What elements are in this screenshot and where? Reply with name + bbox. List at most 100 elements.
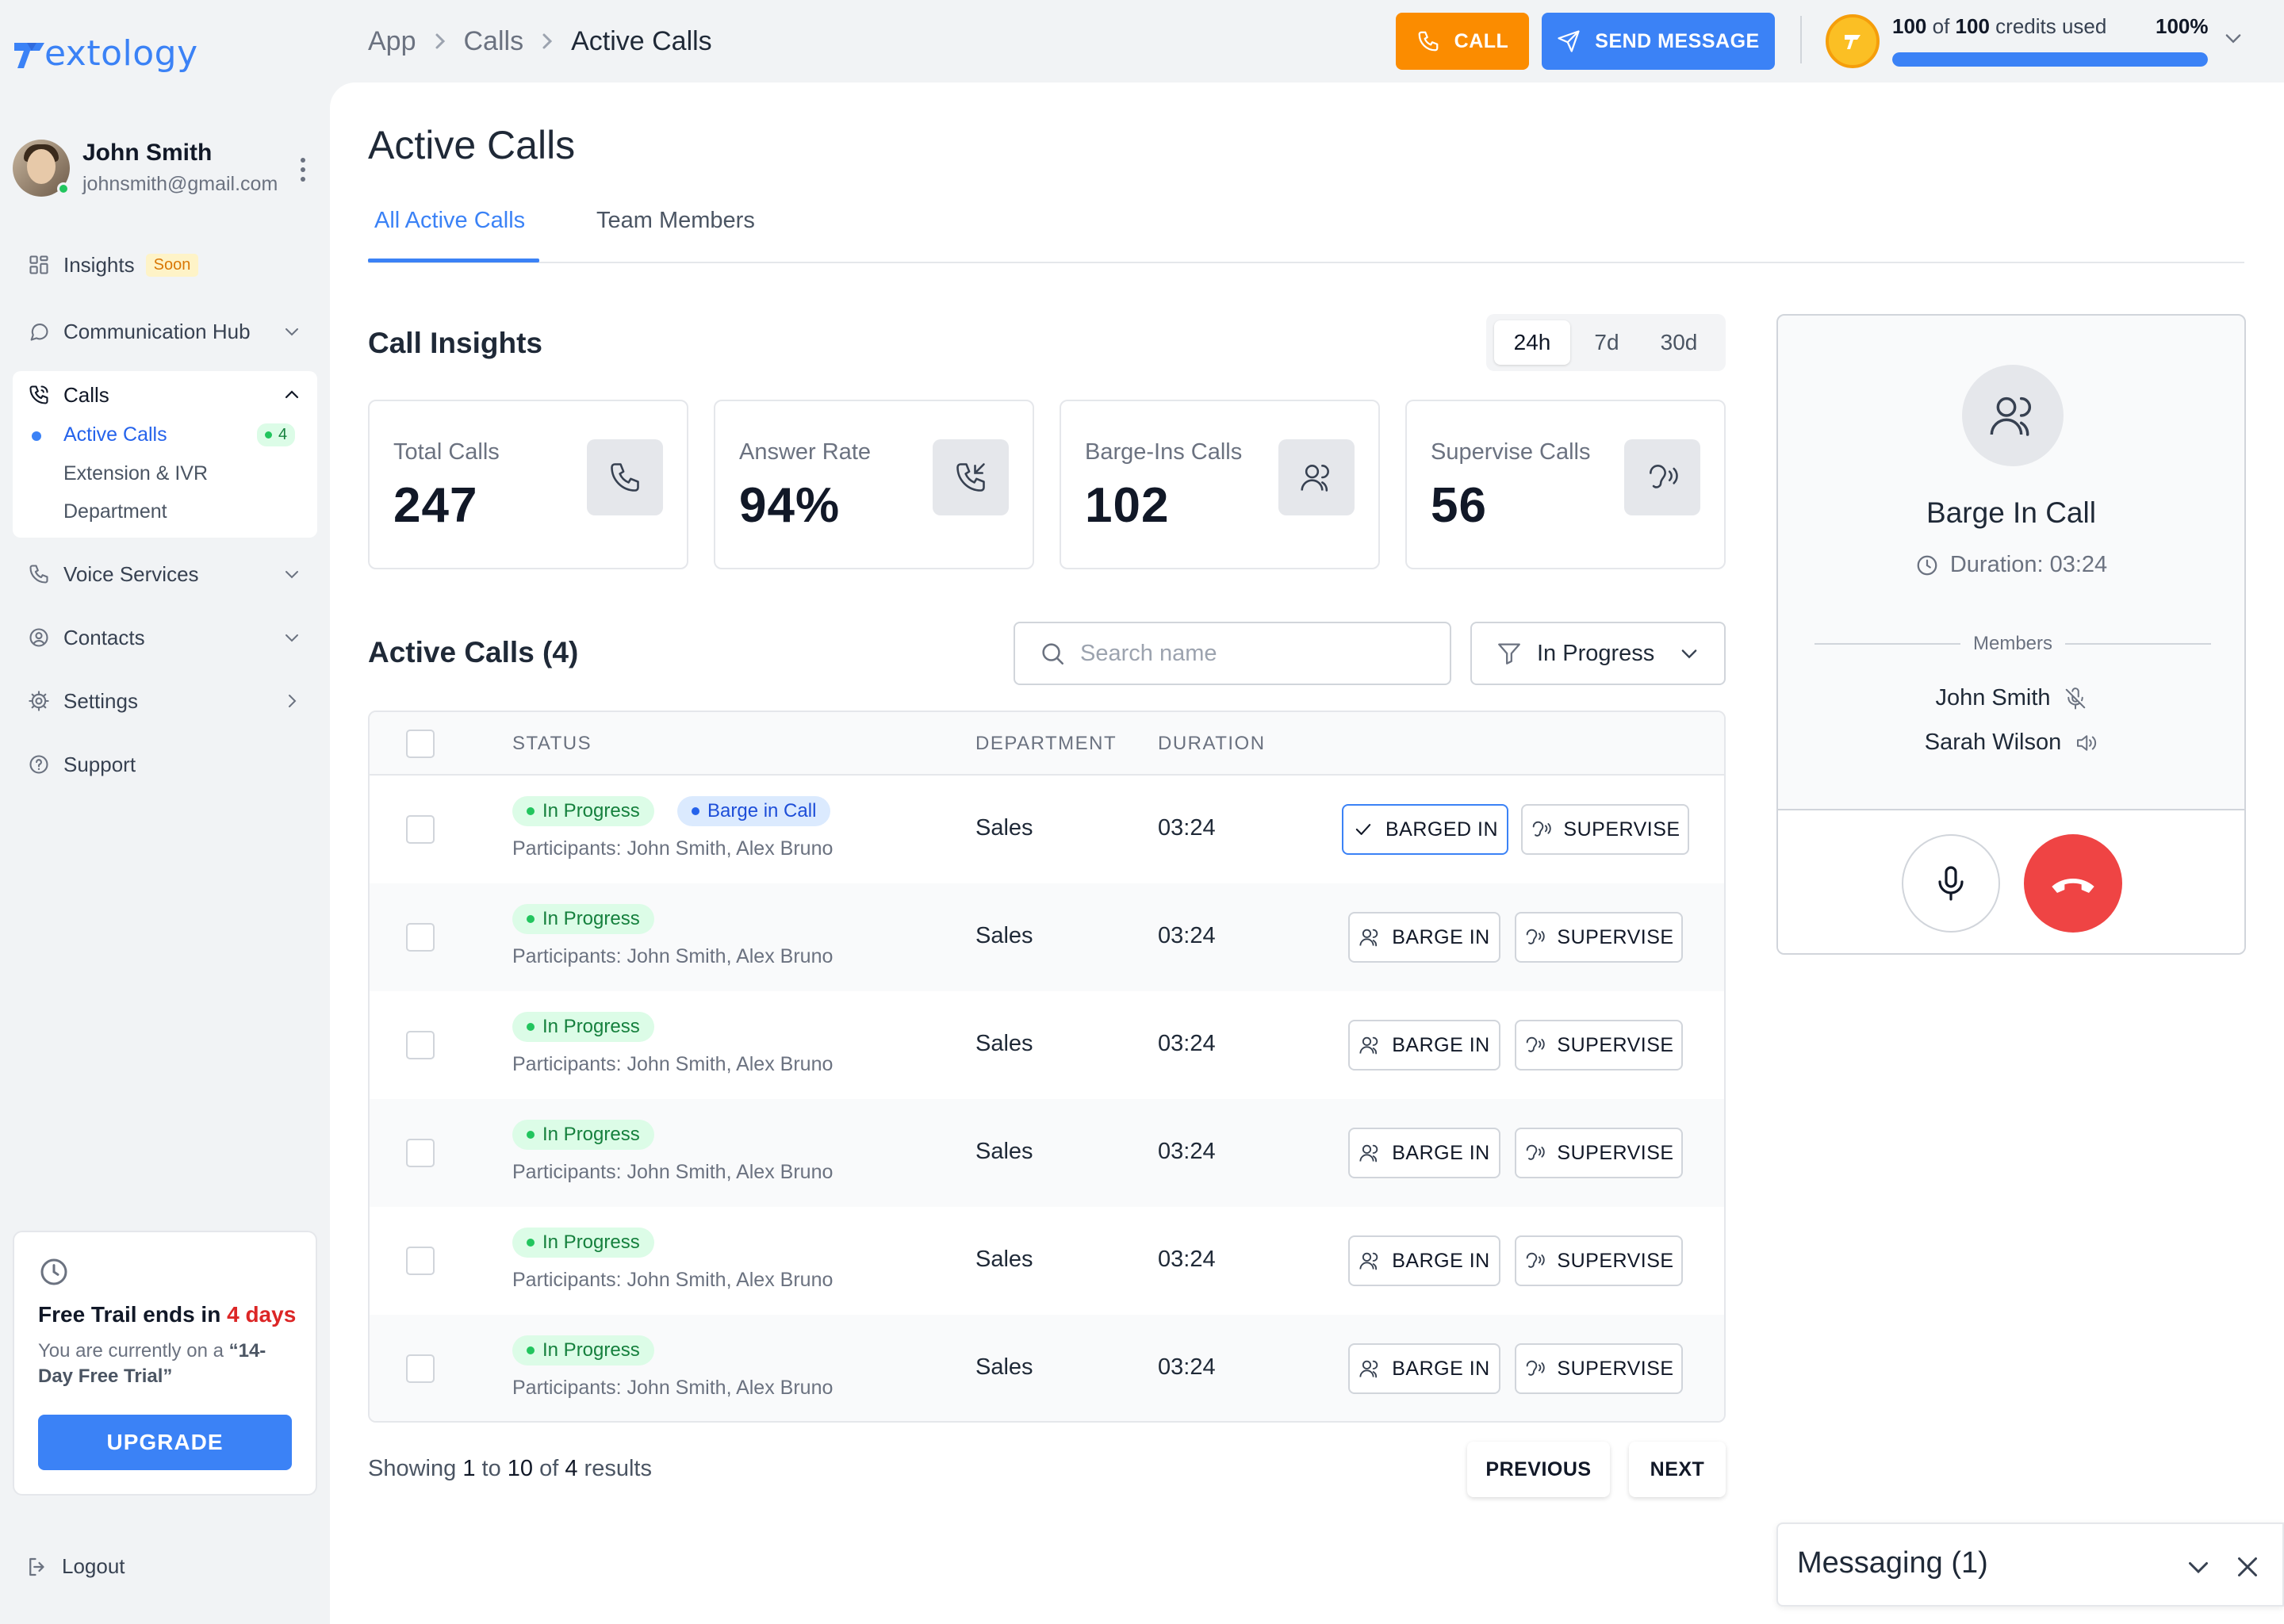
barged-in-button[interactable]: BARGED IN [1342,804,1508,855]
hang-up-button[interactable] [2024,834,2122,933]
app-logo[interactable]: extology [13,36,198,71]
column-header-department[interactable]: DEPARTMENT [975,733,1117,755]
breadcrumb-calls[interactable]: Calls [464,26,524,57]
range-7d[interactable]: 7d [1577,320,1637,365]
search-input[interactable]: Search name [1014,622,1451,685]
department-cell: Sales [975,1354,1033,1380]
more-vertical-icon[interactable] [297,155,309,184]
sidebar-item-contacts[interactable]: Contacts [13,612,317,663]
sidebar-item-label: Voice Services [63,561,199,586]
phone-icon [29,565,48,584]
chevron-right-icon [435,33,445,49]
stat-value: 94% [739,478,841,533]
send-icon [1558,30,1580,52]
stat-card-barge-ins: Barge-Ins Calls 102 [1060,400,1380,569]
row-checkbox[interactable] [406,1139,435,1167]
messaging-widget[interactable]: Messaging (1) [1776,1522,2284,1607]
next-page-button[interactable]: NEXT [1629,1442,1726,1497]
send-message-button[interactable]: SEND MESSAGE [1542,13,1775,70]
row-checkbox[interactable] [406,815,435,844]
tab-all-active-calls[interactable]: All Active Calls [374,208,525,234]
clock-icon [1917,555,1937,575]
range-30d[interactable]: 30d [1643,320,1715,365]
table-row: In Progress Participants: John Smith, Ale… [370,1315,1724,1421]
row-checkbox[interactable] [406,1247,435,1275]
user-profile[interactable] [13,140,70,197]
previous-page-button[interactable]: PREVIOUS [1467,1442,1610,1497]
credits-progress-fill [1892,52,2208,67]
mic-off-icon[interactable] [2064,687,2087,710]
phone-incoming-icon [956,463,985,492]
barge-in-button[interactable]: BARGE IN [1348,1343,1500,1394]
sidebar-item-calls[interactable]: Calls [13,370,317,420]
stat-card-total-calls: Total Calls 247 [368,400,688,569]
sidebar-subitem-active-calls[interactable]: Active Calls [63,423,167,446]
barge-in-button[interactable]: BARGE IN [1348,912,1500,963]
chevron-down-icon[interactable] [2184,1553,2213,1581]
barge-in-call-panel: Barge In Call Duration: 03:24 Members Jo… [1776,314,2246,955]
stat-value: 56 [1431,478,1487,533]
chevron-down-icon[interactable] [2222,27,2244,49]
barge-in-button[interactable]: BARGE IN [1348,1128,1500,1178]
row-checkbox[interactable] [406,1354,435,1383]
sidebar-item-insights[interactable]: Insights Soon [13,239,317,290]
participants-text: Participants: John Smith, Alex Bruno [512,945,834,967]
sidebar-item-communication-hub[interactable]: Communication Hub [13,306,317,357]
ear-icon [1527,1252,1546,1268]
sidebar-item-settings[interactable]: Settings [13,676,317,726]
stat-card-supervise: Supervise Calls 56 [1405,400,1726,569]
stat-label: Supervise Calls [1431,439,1591,465]
sidebar-item-voice-services[interactable]: Voice Services [13,549,317,599]
upgrade-button[interactable]: UPGRADE [38,1415,292,1470]
supervise-button[interactable]: SUPERVISE [1515,1128,1683,1178]
sidebar-item-label: Insights [63,252,135,277]
column-header-duration[interactable]: DURATION [1158,733,1266,755]
logout-button[interactable]: Logout [25,1554,125,1579]
avatar [13,140,70,197]
sidebar-subitem-extension-ivr[interactable]: Extension & IVR [63,462,208,485]
select-all-checkbox[interactable] [406,730,435,758]
column-header-status[interactable]: STATUS [512,733,592,755]
credits-coin-icon [1826,14,1880,68]
ear-icon [1527,1144,1546,1160]
users-icon [1359,929,1378,947]
supervise-button[interactable]: SUPERVISE [1515,1020,1683,1071]
speaker-icon[interactable] [2074,731,2098,755]
range-24h[interactable]: 24h [1494,320,1570,365]
barge-in-button[interactable]: BARGE IN [1348,1020,1500,1071]
active-calls-count-badge: 4 [257,423,296,446]
filter-icon [1498,643,1520,665]
supervise-button[interactable]: SUPERVISE [1515,912,1683,963]
tab-team-members[interactable]: Team Members [596,208,755,234]
sidebar-subitem-department[interactable]: Department [63,500,167,523]
row-checkbox[interactable] [406,923,435,952]
active-tab-underline [368,259,539,262]
logo-mark-icon [14,43,44,68]
breadcrumb-app[interactable]: App [368,26,416,57]
close-icon[interactable] [2233,1553,2262,1581]
call-controls [1778,809,2244,953]
chevron-down-icon [286,634,298,642]
call-button[interactable]: CALL [1396,13,1529,70]
sidebar-item-label: Communication Hub [63,319,251,343]
status-filter-select[interactable]: In Progress [1470,622,1726,685]
phone-icon [1418,31,1439,52]
participants-text: Participants: John Smith, Alex Bruno [512,837,834,860]
barge-in-button[interactable]: BARGE IN [1348,1235,1500,1286]
chevron-right-icon [289,695,297,707]
mute-button[interactable] [1902,834,2000,933]
row-checkbox[interactable] [406,1031,435,1059]
trial-text: You are currently on a “14-Day Free Tria… [38,1340,266,1387]
status-badge: In Progress [512,1335,654,1365]
supervise-button[interactable]: SUPERVISE [1515,1235,1683,1286]
ear-icon [1527,929,1546,944]
sidebar-item-support[interactable]: Support [13,739,317,790]
supervise-button[interactable]: SUPERVISE [1521,804,1689,855]
participants-text: Participants: John Smith, Alex Bruno [512,1161,834,1183]
user-email: johnsmith@gmail.com [82,173,278,195]
barge-panel-duration: Duration: 03:24 [1778,552,2244,578]
participants-text: Participants: John Smith, Alex Bruno [512,1269,834,1291]
stat-value: 247 [393,478,478,533]
supervise-button[interactable]: SUPERVISE [1515,1343,1683,1394]
status-badge: In Progress [512,796,654,826]
